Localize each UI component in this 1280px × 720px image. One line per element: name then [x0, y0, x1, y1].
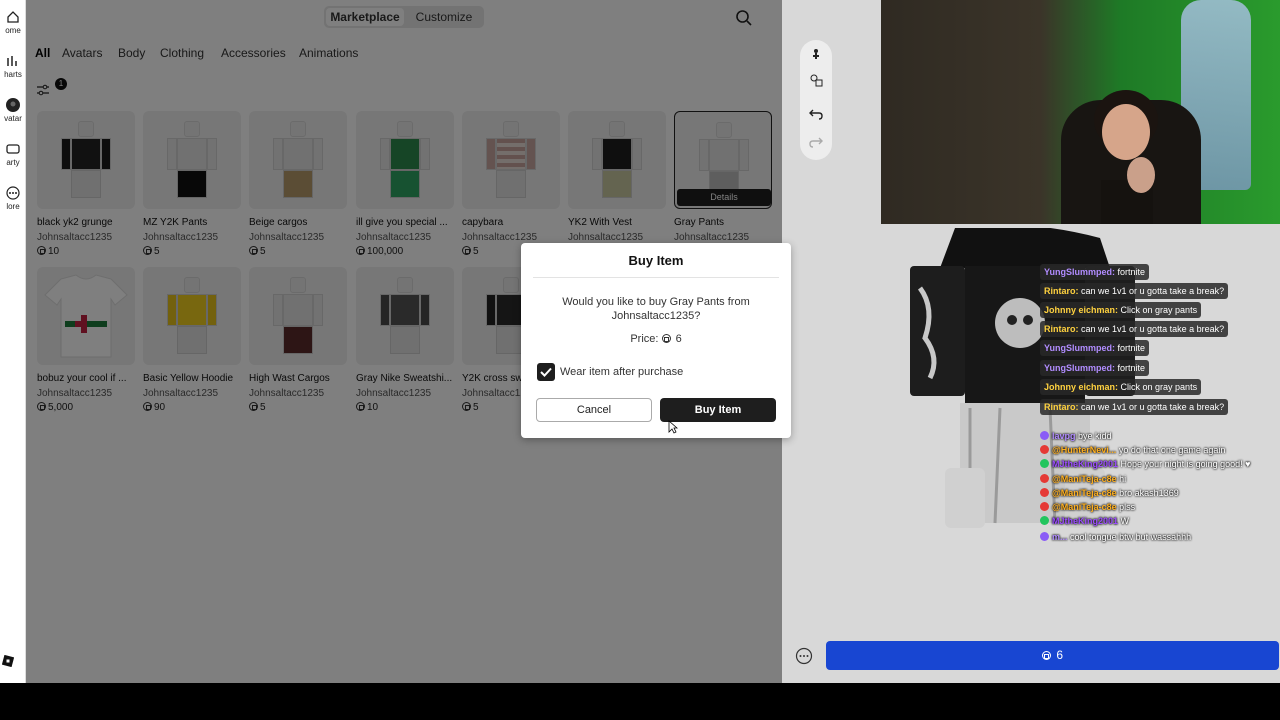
purchase-bar-button[interactable]: 6: [826, 641, 1279, 670]
nav-avatar-label: vatar: [4, 114, 22, 123]
platform-badge-icon: [1040, 488, 1049, 497]
nav-party[interactable]: arty: [0, 142, 26, 167]
cancel-button[interactable]: Cancel: [536, 398, 652, 422]
chat-message: Johnny eichman: Click on gray pants: [1040, 379, 1202, 395]
party-icon: [6, 144, 20, 154]
dialog-price: Price: 6: [630, 333, 682, 345]
streamer-image: [1094, 90, 1158, 224]
chat-message: YungSlummped: fortnite: [1040, 360, 1150, 376]
dialog-title: Buy Item: [628, 253, 684, 268]
redo-icon[interactable]: [808, 134, 824, 150]
chat-message: YungSlummped: fortnite: [1040, 264, 1150, 280]
chat-line: MJtheKing2001 Hope your night is going g…: [1040, 457, 1250, 471]
webcam-overlay: [881, 0, 1280, 224]
chat-line: @ManiTeja-c8e hi: [1040, 472, 1126, 486]
checkbox-label: Wear item after purchase: [560, 366, 684, 378]
charts-icon: [7, 56, 17, 66]
chat-message: Johnny eichman: Click on gray pants: [1040, 302, 1202, 318]
platform-badge-icon: [1040, 516, 1049, 525]
platform-badge-icon: [1040, 474, 1049, 483]
more-icon: [6, 186, 20, 200]
platform-badge-icon: [1040, 431, 1049, 440]
body-scale-icon[interactable]: [808, 72, 824, 88]
pose-icon[interactable]: [808, 48, 824, 64]
roblox-logo-icon: [2, 655, 14, 667]
nav-charts-label: harts: [4, 70, 22, 79]
more-options-icon[interactable]: [795, 647, 813, 665]
letterbox-bar: [0, 683, 1280, 720]
undo-icon[interactable]: [808, 106, 824, 122]
platform-badge-icon: [1040, 459, 1049, 468]
robux-icon: [661, 334, 671, 343]
buy-item-dialog: Buy Item Would you like to buy Gray Pant…: [521, 243, 791, 438]
home-icon: [7, 11, 19, 23]
chat-line: @ManiTeja-c8e bro akash1369: [1040, 486, 1179, 500]
nav-home[interactable]: ome: [0, 10, 26, 35]
chat-line: @HunterNevi... yo do that one game again: [1040, 443, 1225, 457]
mouse-cursor-icon: [668, 420, 678, 434]
platform-badge-icon: [1040, 502, 1049, 511]
platform-badge-icon: [1040, 532, 1049, 541]
nav-avatar[interactable]: vatar: [0, 98, 26, 123]
app-window: ome harts vatar arty lore Marketplace Cu…: [0, 0, 1280, 683]
chat-line: m... cool tongue btw but wassahhh: [1040, 530, 1191, 544]
avatar-icon: [6, 98, 20, 112]
chat-message: YungSlummped: fortnite: [1040, 340, 1150, 356]
nav-more-label: lore: [6, 202, 20, 211]
left-navigation: ome harts vatar arty lore: [0, 0, 26, 683]
dialog-question: Would you like to buy Gray Pants from Jo…: [562, 296, 750, 322]
wear-after-purchase-checkbox[interactable]: [537, 363, 555, 381]
robux-icon: [1041, 651, 1051, 660]
checkmark-icon: [540, 367, 552, 377]
chat-line: @ManiTeja-c8e plss: [1040, 500, 1135, 514]
chat-line: lavpg bye kidd: [1040, 429, 1112, 443]
purchase-bar-price: 6: [1056, 648, 1064, 662]
buy-item-button[interactable]: Buy Item: [660, 398, 776, 422]
nav-more[interactable]: lore: [0, 186, 26, 211]
chat-line: MJtheKing2001 W: [1040, 514, 1129, 528]
nav-party-label: arty: [6, 158, 20, 167]
chat-message: Rintaro: can we 1v1 or u gotta take a br…: [1040, 399, 1229, 415]
divider: [533, 277, 779, 278]
chat-message: Rintaro: can we 1v1 or u gotta take a br…: [1040, 283, 1229, 299]
editor-toolbar: [800, 40, 832, 160]
chat-message: Rintaro: can we 1v1 or u gotta take a br…: [1040, 321, 1229, 337]
nav-charts[interactable]: harts: [0, 54, 26, 79]
platform-badge-icon: [1040, 445, 1049, 454]
nav-home-label: ome: [5, 26, 21, 35]
